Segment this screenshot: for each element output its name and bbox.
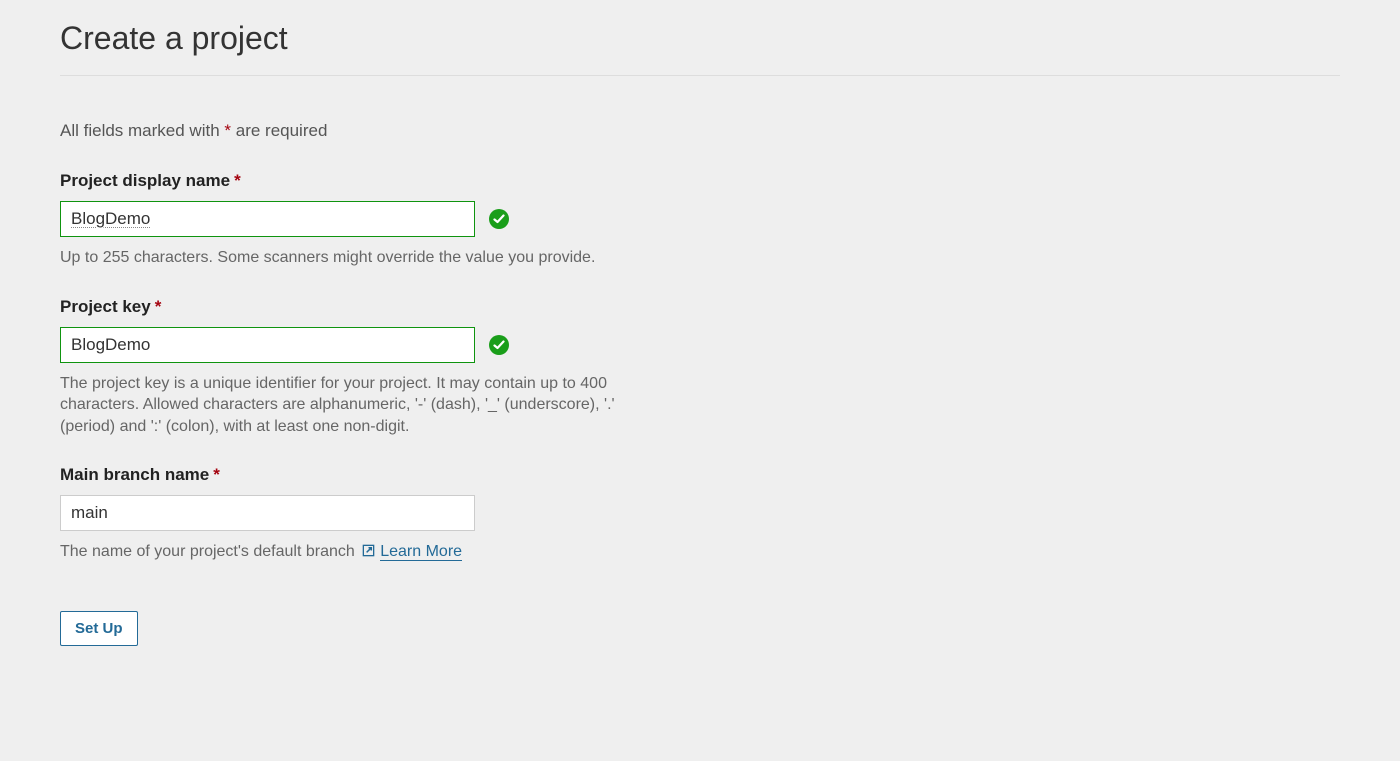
form-group-main-branch: Main branch name* The name of your proje… (60, 465, 1340, 563)
label-text: Main branch name (60, 465, 209, 484)
valid-check-icon (489, 209, 509, 229)
external-link-icon (361, 543, 376, 558)
project-key-label: Project key* (60, 297, 161, 317)
input-row (60, 495, 1340, 531)
main-branch-input[interactable] (60, 495, 475, 531)
required-note-prefix: All fields marked with (60, 121, 224, 140)
learn-more-link[interactable]: Learn More (380, 543, 462, 561)
main-branch-help: The name of your project's default branc… (60, 541, 620, 563)
input-row (60, 201, 1340, 237)
project-display-name-label: Project display name* (60, 171, 241, 191)
project-key-input[interactable] (60, 327, 475, 363)
input-row (60, 327, 1340, 363)
set-up-button[interactable]: Set Up (60, 611, 138, 646)
main-branch-label: Main branch name* (60, 465, 220, 485)
label-text: Project key (60, 297, 151, 316)
label-text: Project display name (60, 171, 230, 190)
form-group-display-name: Project display name* Up to 255 characte… (60, 171, 1340, 269)
required-asterisk-icon: * (155, 297, 162, 316)
page-title: Create a project (60, 20, 1340, 57)
required-note-suffix: are required (231, 121, 327, 140)
valid-check-icon (489, 335, 509, 355)
required-asterisk-icon: * (213, 465, 220, 484)
project-display-name-input[interactable] (60, 201, 475, 237)
project-display-name-help: Up to 255 characters. Some scanners migh… (60, 247, 620, 269)
divider (60, 75, 1340, 76)
project-key-help: The project key is a unique identifier f… (60, 373, 620, 438)
required-fields-note: All fields marked with * are required (60, 121, 1340, 141)
required-asterisk-icon: * (234, 171, 241, 190)
main-branch-help-text: The name of your project's default branc… (60, 543, 359, 560)
form-group-project-key: Project key* The project key is a unique… (60, 297, 1340, 438)
